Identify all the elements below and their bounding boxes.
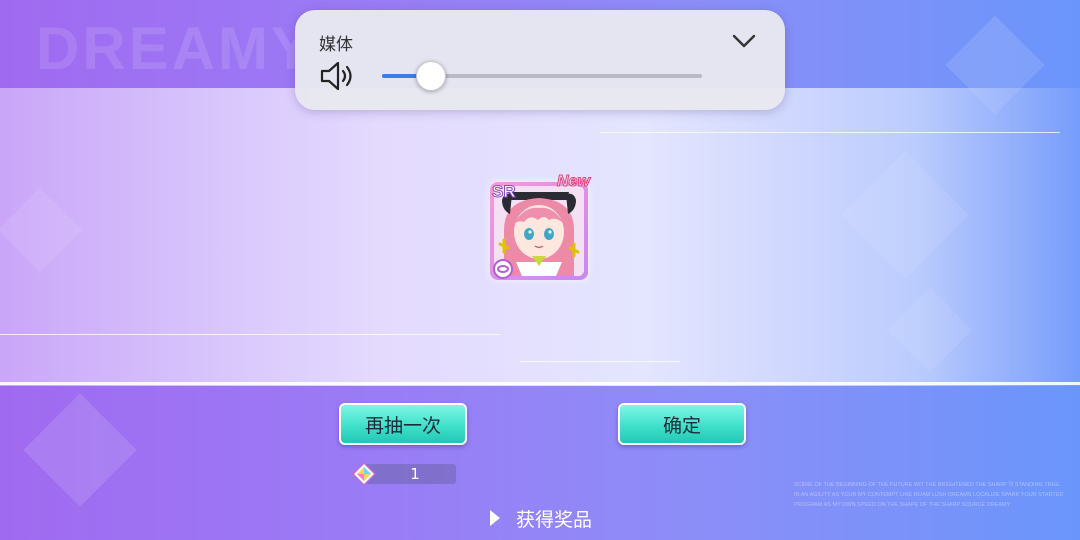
speaker-icon[interactable] [319,60,357,92]
watermark: DREAMY [36,15,315,82]
volume-label: 媒体 [319,35,353,55]
volume-slider[interactable] [382,61,702,91]
new-badge: New [557,173,591,191]
confirm-button[interactable]: 确定 [618,403,746,445]
deco-line [0,334,500,335]
deco-line [600,132,1060,133]
volume-panel: 媒体 [295,10,785,110]
rewards-label: 获得奖品 [516,508,593,531]
draw-cost: 1 [352,462,456,486]
attribute-icon [493,259,513,279]
cost-value: 1 [410,465,420,483]
gem-icon [352,462,376,486]
chevron-down-icon[interactable] [731,32,757,50]
fine-print: SCENE OF THE BEGINNING OF THE FUTURE WIT… [794,482,1064,508]
rewards-link[interactable]: 获得奖品 [490,506,593,531]
deco-line [520,361,680,362]
band-edge [0,382,1080,385]
draw-again-button[interactable]: 再抽一次 [339,403,467,445]
play-triangle-icon [490,510,500,526]
volume-slider-thumb[interactable] [416,61,446,91]
rarity-label: SR [492,182,517,202]
